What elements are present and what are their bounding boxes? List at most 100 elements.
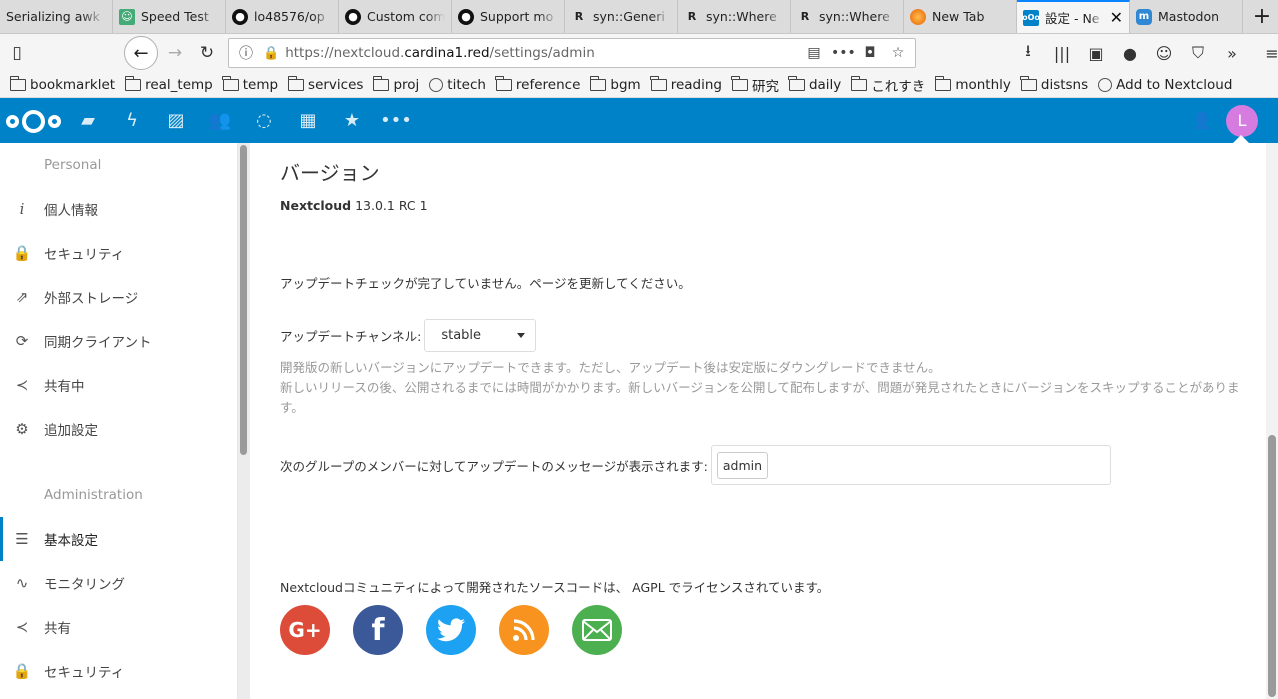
nextcloud-icon: oOo [1022,9,1040,26]
sidebar-item-sync-clients[interactable]: ⟳ 同期クライアント [0,319,237,363]
bookmark-item[interactable]: bookmarklet [9,75,115,93]
tab[interactable]: m Mastodon [1130,0,1243,33]
github-icon: ● [345,8,361,25]
star-icon[interactable]: ☆ [887,45,909,61]
bookmark-item[interactable]: distsns [1020,75,1088,93]
sidebar-item-sharing[interactable]: ≺ 共有中 [0,363,237,407]
activity-icon[interactable]: ϟ [110,98,154,143]
lock-icon: 🔒 [12,662,32,680]
bookmark-item[interactable]: bgm [589,75,641,93]
library-icon[interactable]: ||| [1048,44,1076,63]
new-tab-button[interactable]: + [1246,0,1278,33]
facebook-icon[interactable]: f [353,605,403,655]
rust-icon: R [574,10,584,23]
sidebar-item-personal-info[interactable]: i 個人情報 [0,187,237,231]
more-actions-icon[interactable]: ••• [831,45,856,61]
share-icon: ≺ [15,376,29,394]
url-text[interactable]: https://nextcloud.cardina1.red/settings/… [285,45,797,61]
main-scrollbar[interactable] [1266,143,1278,699]
bookmark-item[interactable]: monthly [934,75,1011,93]
sync-icon: ⟳ [15,332,29,350]
bookmarks-star-icon[interactable]: ★ [330,98,374,143]
cookie-icon[interactable]: ● [1116,44,1144,63]
reload-button[interactable]: ↻ [192,38,222,68]
bookmark-item[interactable]: temp [222,75,278,93]
nav-bar: ▯ ← → ↻ ⓘ 🔒 https://nextcloud.cardina1.r… [0,34,1278,72]
bookmark-item[interactable]: 研究 [731,75,779,95]
rss-icon[interactable] [499,605,549,655]
tab[interactable]: ☺ Speed Test [113,0,226,33]
extension-icon[interactable]: ▣ [1082,44,1110,63]
download-icon[interactable]: ⭳ [1014,40,1042,67]
back-button[interactable]: ← [124,36,158,70]
sidebar-scrollbar[interactable] [238,143,250,699]
tab[interactable]: ● Custom com [339,0,452,33]
forward-button[interactable]: → [160,38,190,68]
more-apps-icon[interactable]: ••• [374,98,418,143]
bookmark-item[interactable]: reading [650,75,722,93]
gallery-icon[interactable]: ▨ [154,98,198,143]
settings-sidebar: Personal i 個人情報 🔒 セキュリティ ⇗ 外部ストレージ ⟳ 同期クライアン… [0,143,238,699]
bookmark-item[interactable]: これすき [850,75,925,95]
tab[interactable]: ● lo48576/op [226,0,339,33]
pocket-icon[interactable]: ◘ [859,45,881,61]
bookmark-item[interactable]: daily [788,75,841,93]
sidebar-item-admin-sharing[interactable]: ≺ 共有 [0,605,237,649]
reader-view-icon[interactable]: ▤ [803,45,825,61]
channel-hint: 開発版の新しいバージョンにアップデートできます。ただし、アップデート後は安定版に… [280,360,1240,415]
sidebar-item-additional[interactable]: ⚙ 追加設定 [0,407,237,451]
folder-icon [850,75,868,91]
tab[interactable]: Rsyn::Where [678,0,791,33]
menu-icon[interactable]: ≡ [1258,44,1278,63]
external-icon: ⇗ [15,288,29,306]
info-icon[interactable]: ⓘ [235,43,257,63]
tab[interactable]: Serializing awk [0,0,113,33]
url-bar[interactable]: ⓘ 🔒 https://nextcloud.cardina1.red/setti… [228,38,916,68]
globe-icon [429,77,444,92]
close-icon[interactable]: ✕ [1110,8,1123,27]
overflow-icon[interactable]: » [1218,44,1246,63]
files-icon[interactable]: ▰ [66,98,110,143]
google-plus-icon[interactable]: G+ [280,605,330,655]
avatar[interactable]: L [1226,104,1258,137]
sidebar-toggle-icon[interactable]: ▯ [2,38,32,68]
bookmark-item[interactable]: reference [495,75,580,93]
bookmark-item[interactable]: proj [372,75,419,93]
tab-active[interactable]: oOo 設定 - Ne ✕ [1017,0,1130,33]
sidebar-item-admin-security[interactable]: 🔒 セキュリティ [0,649,237,693]
bookmark-item[interactable]: services [287,75,363,93]
emoji-icon[interactable]: ☺ [1150,44,1178,63]
folder-icon [9,75,26,91]
main-scrollbar-thumb[interactable] [1268,435,1276,697]
bookmark-icon[interactable]: ⛉ [1184,43,1212,63]
sidebar-item-basic-settings[interactable]: ☰ 基本設定 [0,517,237,561]
sidebar-scrollbar-thumb[interactable] [240,145,247,455]
github-icon: ● [458,8,474,25]
notify-groups-input[interactable]: admin [710,445,1111,485]
group-chip[interactable]: admin [716,451,769,479]
folder-icon [287,75,305,91]
bookmark-item[interactable]: Add to Nextcloud [1098,77,1232,93]
twitter-icon[interactable] [426,605,476,655]
circles-icon[interactable]: ◌ [242,98,286,143]
calendar-icon[interactable]: ▦ [286,98,330,143]
folder-icon [650,75,667,91]
contacts-menu-icon[interactable]: 👤 [1192,111,1212,130]
tab[interactable]: Rsyn::Where [791,0,904,33]
bookmark-item[interactable]: titech [429,77,486,93]
email-icon[interactable] [572,605,622,655]
bookmark-item[interactable]: real_temp [124,75,213,93]
update-channel-select[interactable]: stable [424,319,537,352]
share-icon: ≺ [15,618,29,636]
folder-icon [589,75,607,91]
sidebar-item-external-storage[interactable]: ⇗ 外部ストレージ [0,275,237,319]
nextcloud-logo[interactable] [6,109,66,133]
sidebar-item-security[interactable]: 🔒 セキュリティ [0,231,237,275]
contacts-icon[interactable]: 👥 [198,98,242,143]
sidebar-item-monitoring[interactable]: ∿ モニタリング [0,561,237,605]
speedtest-icon: ☺ [119,8,135,25]
tab[interactable]: New Tab [904,0,1017,33]
tab[interactable]: ● Support mo [452,0,565,33]
folder-icon [934,75,952,91]
tab[interactable]: Rsyn::Generi [565,0,678,33]
